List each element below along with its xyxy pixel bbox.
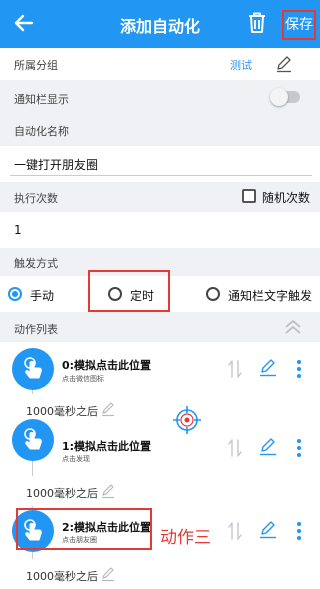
group-value[interactable]: 测试 [230, 57, 252, 73]
action-title: 0:模拟点击此位置 [62, 359, 152, 372]
notification-label: 通知栏显示 [14, 93, 69, 106]
name-underline [10, 175, 312, 176]
exec-count-row: 执行次数 随机次数 [0, 182, 320, 212]
pencil-icon[interactable] [258, 438, 278, 456]
actions-label: 动作列表 [14, 323, 58, 336]
action-three-highlight-box [16, 508, 152, 550]
more-vertical-icon[interactable] [295, 438, 303, 458]
more-vertical-icon[interactable] [295, 359, 303, 379]
delay-row[interactable]: 1000毫秒之后 [0, 559, 320, 589]
action-subtitle: 点击微信图标 [62, 375, 104, 383]
action-icon-circle [12, 419, 54, 461]
action-title: 1:模拟点击此位置 [62, 440, 152, 453]
pencil-icon[interactable] [275, 55, 293, 73]
exec-count-value: 1 [14, 223, 22, 237]
name-value: 一键打开朋友圈 [14, 158, 99, 172]
action-subtitle: 点击发现 [62, 455, 90, 463]
toggle-knob [270, 88, 288, 106]
delay-row[interactable]: 1000毫秒之后 [0, 476, 320, 506]
sort-icon[interactable] [228, 522, 242, 540]
pencil-icon[interactable] [258, 359, 278, 377]
delay-text: 1000毫秒之后 [26, 487, 98, 500]
delay-text: 1000毫秒之后 [26, 405, 98, 418]
tap-hand-icon [24, 357, 42, 379]
actions-label-row: 动作列表 [0, 312, 320, 342]
more-vertical-icon[interactable] [295, 521, 303, 541]
random-count-checkbox[interactable] [242, 189, 256, 203]
group-row[interactable]: 所属分组 测试 [0, 48, 320, 80]
notification-toggle[interactable] [270, 88, 300, 106]
action-icon-circle [12, 348, 54, 390]
trigger-manual-radio[interactable] [8, 287, 22, 301]
sort-icon[interactable] [228, 360, 242, 378]
action-item[interactable]: 0:模拟点击此位置 点击微信图标 [0, 342, 320, 400]
pencil-icon[interactable] [100, 566, 116, 582]
exec-count-field[interactable]: 1 [0, 212, 320, 248]
pencil-icon[interactable] [258, 521, 278, 539]
trigger-label: 触发方式 [14, 257, 58, 270]
page-title: 添加自动化 [119, 17, 200, 36]
name-label: 自动化名称 [14, 125, 69, 138]
sort-icon[interactable] [228, 439, 242, 457]
trigger-manual-label[interactable]: 手动 [30, 287, 54, 304]
name-label-row: 自动化名称 [0, 114, 320, 146]
trigger-notification-radio[interactable] [206, 287, 220, 301]
group-label: 所属分组 [14, 59, 58, 72]
tap-hand-icon [24, 428, 42, 450]
trash-icon[interactable] [246, 11, 268, 35]
timed-highlight-box [88, 270, 170, 312]
delay-text: 1000毫秒之后 [26, 570, 98, 583]
trigger-notification-label[interactable]: 通知栏文字触发 [228, 287, 312, 304]
name-field[interactable]: 一键打开朋友圈 [0, 146, 320, 182]
random-count-label: 随机次数 [262, 191, 311, 205]
pencil-icon[interactable] [100, 483, 116, 499]
app-header: 添加自动化 保存 [0, 0, 320, 48]
notification-row: 通知栏显示 [0, 80, 320, 114]
action-item[interactable]: 1:模拟点击此位置 点击发现 [0, 419, 320, 477]
save-button[interactable]: 保存 [282, 10, 316, 40]
annotation-label: 动作三 [160, 528, 211, 548]
pencil-icon[interactable] [100, 401, 116, 417]
exec-count-label: 执行次数 [14, 192, 58, 205]
collapse-chevron-icon[interactable] [283, 318, 303, 336]
